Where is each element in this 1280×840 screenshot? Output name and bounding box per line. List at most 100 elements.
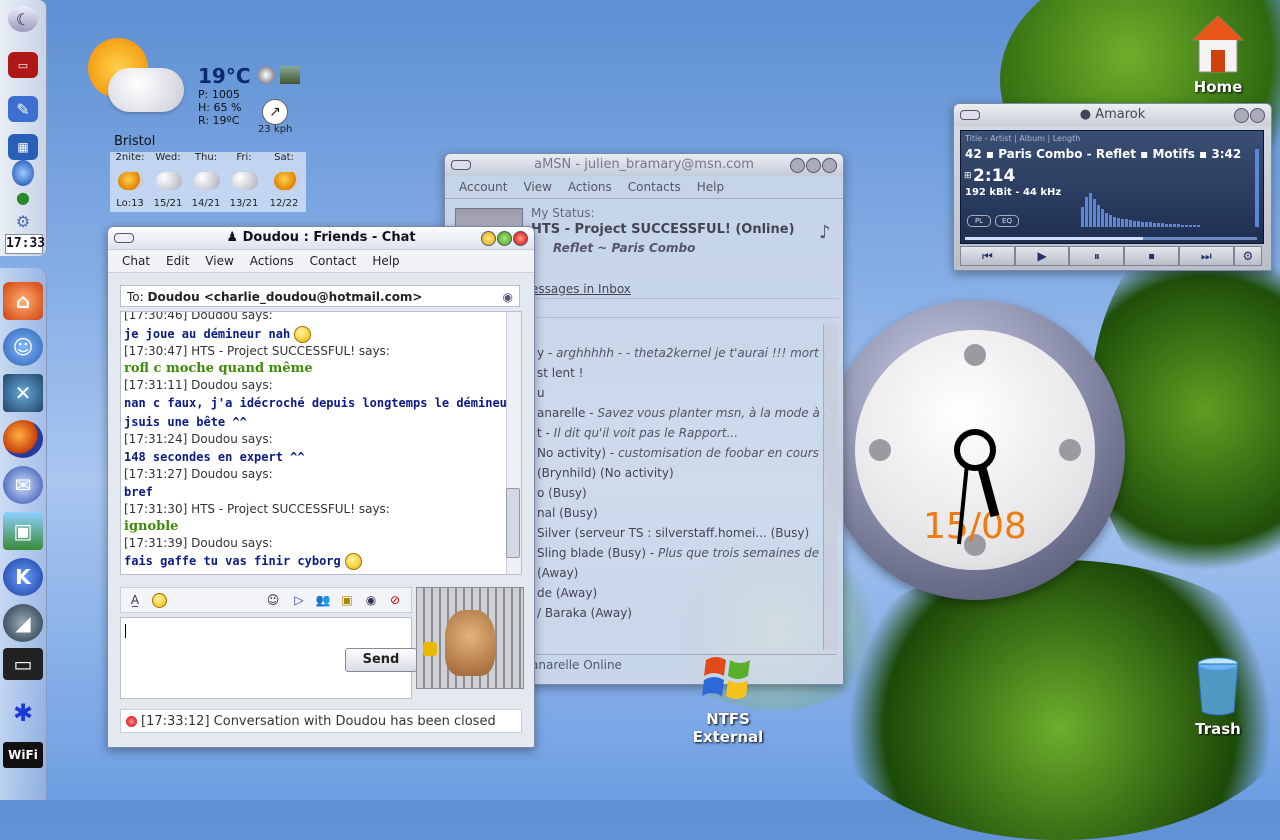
smiley-picker-icon[interactable]: [151, 592, 167, 608]
contact-item[interactable]: (Away): [537, 566, 578, 580]
maximize-button[interactable]: [806, 158, 821, 173]
text-caret: [125, 624, 126, 638]
amarok-menu-button[interactable]: ⚙: [1233, 246, 1263, 266]
globe-icon[interactable]: [257, 66, 275, 84]
my-personal-message[interactable]: Reflet ~ Paris Combo: [553, 241, 695, 255]
system-monitor-icon[interactable]: ▦: [8, 134, 38, 160]
contact-item[interactable]: No activity) - customisation de foobar e…: [537, 446, 819, 460]
close-button[interactable]: [822, 158, 837, 173]
kdevelop-icon[interactable]: ◢: [3, 604, 43, 642]
elapsed-time[interactable]: 2:14: [973, 166, 1015, 186]
next-track-button[interactable]: ⏭: [1178, 246, 1234, 266]
terminal-icon[interactable]: ▭: [8, 52, 38, 78]
home-folder-icon[interactable]: ⌂: [3, 282, 43, 320]
contact-item[interactable]: Silver (serveur TS : silverstaff.homei..…: [537, 526, 809, 540]
wink-icon[interactable]: ☺: [265, 592, 281, 608]
minimize-button[interactable]: [790, 158, 805, 173]
contact-item[interactable]: o (Busy): [537, 486, 587, 500]
menu-contact[interactable]: Contact: [302, 254, 365, 268]
contact-item[interactable]: (Brynhild) (No activity): [537, 466, 674, 480]
menu-view[interactable]: View: [197, 254, 241, 268]
contact-item[interactable]: anarelle - Savez vous planter msn, à la …: [537, 406, 825, 420]
wifi-icon[interactable]: WiFi: [3, 742, 43, 768]
menu-contacts[interactable]: Contacts: [620, 180, 689, 194]
window-menu-button[interactable]: [114, 233, 134, 243]
menu-actions[interactable]: Actions: [242, 254, 302, 268]
firefox-icon[interactable]: [3, 420, 43, 458]
console-icon[interactable]: ▭: [3, 648, 43, 680]
contact-item[interactable]: t - Il dit qu'il voit pas le Rapport...: [537, 426, 738, 440]
contact-item[interactable]: st lent !: [537, 366, 583, 380]
xm-icon[interactable]: ✕: [3, 374, 43, 412]
contact-list-scrollbar[interactable]: [823, 324, 838, 650]
close-button[interactable]: [1250, 108, 1265, 123]
kwrite-icon[interactable]: ✎: [8, 96, 38, 122]
scrollbar-thumb[interactable]: [506, 488, 520, 558]
time-toggle-icon[interactable]: ⊞: [964, 171, 972, 181]
conversation-view[interactable]: [17:30:46] Doudou says: je joue au démin…: [120, 311, 522, 575]
image-viewer-icon[interactable]: ▣: [3, 512, 43, 550]
minimize-button[interactable]: [481, 231, 496, 246]
block-icon[interactable]: ⊘: [387, 592, 403, 608]
menu-actions[interactable]: Actions: [560, 180, 620, 194]
window-menu-button[interactable]: [960, 110, 980, 120]
thunderbird-icon[interactable]: ✉: [3, 466, 43, 504]
pause-button[interactable]: ⏸: [1069, 246, 1125, 266]
menu-help[interactable]: Help: [364, 254, 407, 268]
user-icon[interactable]: ●: [8, 184, 38, 210]
font-icon[interactable]: A̲: [127, 592, 143, 608]
minimize-button[interactable]: [1234, 108, 1249, 123]
contact-item[interactable]: de (Away): [537, 586, 597, 600]
recipient-address[interactable]: Doudou <charlie_doudou@hotmail.com>: [148, 290, 423, 304]
bug-icon[interactable]: ✱: [3, 694, 43, 732]
amarok-titlebar[interactable]: ● Amarok: [954, 104, 1271, 126]
play-button[interactable]: ▶: [1014, 246, 1070, 266]
nudge-icon[interactable]: ▷: [291, 592, 307, 608]
equalizer-toggle-button[interactable]: EQ: [995, 215, 1019, 227]
close-button[interactable]: [513, 231, 528, 246]
settings-icon[interactable]: ⚙: [8, 208, 38, 234]
seek-slider[interactable]: [965, 237, 1257, 240]
invite-icon[interactable]: 👥: [315, 592, 331, 608]
contact-item[interactable]: nal (Busy): [537, 506, 598, 520]
webcam-icon[interactable]: ◉: [363, 592, 379, 608]
conversation-scrollbar[interactable]: [506, 312, 521, 574]
menu-view[interactable]: View: [515, 180, 559, 194]
spectrum-analyzer[interactable]: [1081, 171, 1251, 227]
stop-button[interactable]: ⏹: [1124, 246, 1179, 266]
kmenu-icon[interactable]: ☾: [8, 6, 38, 32]
my-nickname[interactable]: HTS - Project SUCCESSFUL! (Online): [531, 222, 795, 237]
inbox-link[interactable]: essages in Inbox: [531, 282, 631, 296]
menu-help[interactable]: Help: [689, 180, 732, 194]
messenger-icon[interactable]: ☺: [3, 328, 43, 366]
amsn-titlebar[interactable]: aMSN - julien_bramary@msn.com: [445, 154, 843, 176]
window-menu-button[interactable]: [451, 160, 471, 170]
message-input[interactable]: Send: [120, 617, 417, 699]
contact-item[interactable]: y - arghhhhh - - theta2kernel je t'aurai…: [537, 346, 825, 360]
contact-item[interactable]: Sling blade (Busy) - Plus que trois sema…: [537, 546, 819, 560]
previous-track-button[interactable]: ⏮: [960, 246, 1015, 266]
home-desktop-icon[interactable]: Home: [1186, 14, 1250, 96]
contact-display-picture[interactable]: [416, 587, 524, 689]
panel-clock[interactable]: 17:33: [5, 234, 45, 254]
webcam-icon[interactable]: ◉: [503, 286, 513, 308]
menu-chat[interactable]: Chat: [114, 254, 158, 268]
menu-account[interactable]: Account: [451, 180, 515, 194]
satellite-map-icon[interactable]: [280, 66, 300, 84]
playlist-toggle-button[interactable]: PL: [967, 215, 991, 227]
contact-item[interactable]: u: [537, 386, 545, 400]
network-icon[interactable]: [12, 160, 34, 186]
trash-desktop-icon[interactable]: Trash: [1188, 656, 1248, 738]
maximize-button[interactable]: [497, 231, 512, 246]
ntfs-external-desktop-icon[interactable]: NTFS External: [686, 650, 770, 746]
volume-slider[interactable]: [1255, 149, 1259, 227]
search-bar[interactable]: [531, 298, 839, 318]
menu-edit[interactable]: Edit: [158, 254, 197, 268]
contact-item[interactable]: / Baraka (Away): [537, 606, 632, 620]
chat-titlebar[interactable]: ♟ Doudou : Friends - Chat: [108, 227, 534, 249]
send-button[interactable]: Send: [345, 648, 417, 672]
playlist-header: Title - Artist | Album | Length: [965, 134, 1081, 143]
track-info[interactable]: 42 ▪ Paris Combo - Reflet ▪ Motifs ▪ 3:4…: [965, 147, 1241, 161]
send-file-icon[interactable]: ▣: [339, 592, 355, 608]
kde-icon[interactable]: K: [3, 558, 43, 596]
